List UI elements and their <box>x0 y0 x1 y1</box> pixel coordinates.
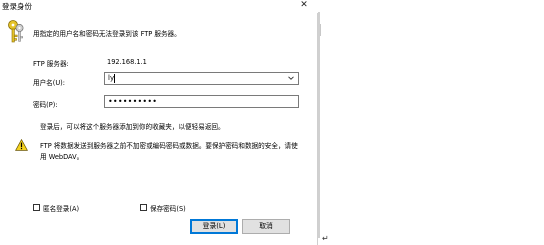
save-password-label[interactable]: 保存密码(S) <box>150 203 186 213</box>
password-field[interactable]: •••••••••• <box>104 95 299 108</box>
login-button[interactable]: 登录(L) <box>190 219 238 234</box>
warning-line-2: 用 WebDAV。 <box>40 153 84 161</box>
warning-line-1: FTP 将数据发送到服务器之前不加密或编码密码或数据。要保护密码和数据的安全，请… <box>40 142 298 150</box>
warning-icon <box>15 139 28 151</box>
window-edge-mark <box>320 24 321 36</box>
password-value: •••••••••• <box>108 97 158 106</box>
anonymous-label[interactable]: 匿名登录(A) <box>43 203 79 213</box>
server-value: 192.168.1.1 <box>107 58 147 66</box>
login-dialog: 登录身份 ✕ 用指定的用户名和密码无法登录到该 FTP 服务器。 FTP 服务器… <box>0 0 318 245</box>
server-label: FTP 服务器: <box>33 60 69 68</box>
text-caret <box>114 74 115 83</box>
username-combobox[interactable]: ly <box>104 72 299 85</box>
return-mark: ↵ <box>322 234 329 243</box>
username-label: 用户名(U): <box>33 79 65 87</box>
window-title: 登录身份 <box>2 2 32 11</box>
window-edge <box>318 12 320 238</box>
keys-icon <box>8 20 24 43</box>
save-password-checkbox[interactable] <box>140 204 147 211</box>
cancel-button[interactable]: 取消 <box>242 219 290 234</box>
close-button[interactable]: ✕ <box>296 0 312 12</box>
anonymous-checkbox[interactable] <box>33 204 40 211</box>
password-label: 密码(P): <box>33 101 58 109</box>
favorites-hint: 登录后，可以将这个服务器添加到你的收藏夹，以便轻易返回。 <box>40 123 225 131</box>
title-bar: 登录身份 ✕ <box>0 0 318 13</box>
chevron-down-icon[interactable] <box>288 75 294 81</box>
error-message: 用指定的用户名和密码无法登录到该 FTP 服务器。 <box>33 30 181 38</box>
